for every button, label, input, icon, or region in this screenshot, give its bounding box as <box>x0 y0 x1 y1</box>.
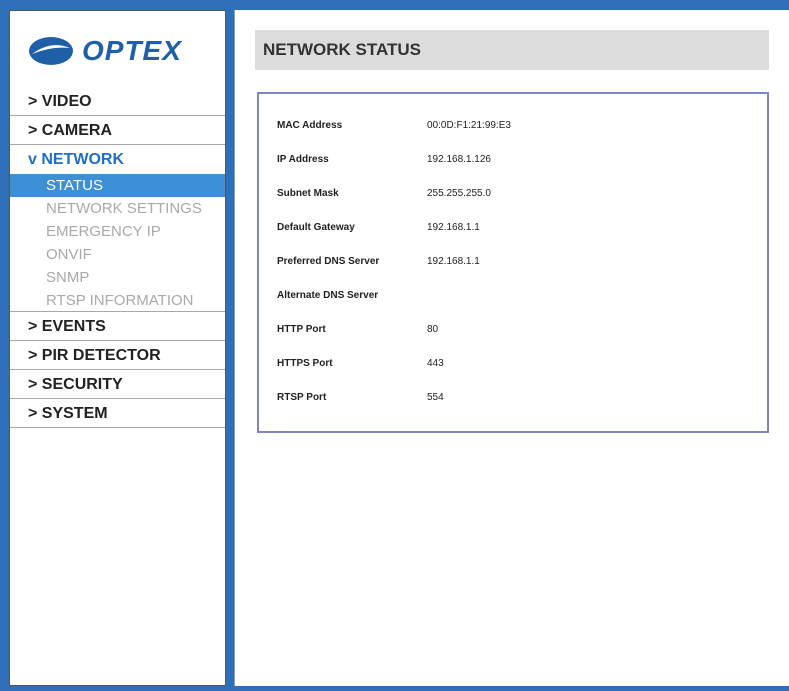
nav-menu: > VIDEO > CAMERA v NETWORK STATUS NETWOR… <box>10 87 225 428</box>
nav-sub-onvif[interactable]: ONVIF <box>10 243 225 266</box>
nav-sub-rtsp-information[interactable]: RTSP INFORMATION <box>10 289 225 312</box>
nav-sub-network-settings[interactable]: NETWORK SETTINGS <box>10 197 225 220</box>
window-frame: OPTEX > VIDEO > CAMERA v NETWORK STATUS … <box>0 0 789 691</box>
preferred-dns-label: Preferred DNS Server <box>277 256 380 267</box>
mac-address-value: 00:0D:F1:21:99:E3 <box>427 120 511 131</box>
https-port-value: 443 <box>427 358 444 369</box>
http-port-value: 80 <box>427 324 439 335</box>
logo-text: OPTEX <box>82 35 182 66</box>
network-status-panel: MAC Address 00:0D:F1:21:99:E3 IP Address… <box>257 92 769 433</box>
rtsp-port-value: 554 <box>427 392 444 403</box>
https-port-label: HTTPS Port <box>277 358 333 369</box>
ip-address-value: 192.168.1.126 <box>427 154 491 165</box>
nav-item-events[interactable]: > EVENTS <box>10 312 225 341</box>
nav-item-security[interactable]: > SECURITY <box>10 370 225 399</box>
nav-item-system[interactable]: > SYSTEM <box>10 399 225 428</box>
nav-sub-snmp[interactable]: SNMP <box>10 266 225 289</box>
page-header: NETWORK STATUS <box>255 30 769 70</box>
http-port-label: HTTP Port <box>277 324 326 335</box>
preferred-dns-value: 192.168.1.1 <box>427 256 480 267</box>
optex-emblem-icon <box>29 37 73 65</box>
nav-item-camera[interactable]: > CAMERA <box>10 116 225 145</box>
sidebar: OPTEX > VIDEO > CAMERA v NETWORK STATUS … <box>9 10 226 686</box>
optex-logo: OPTEX <box>28 31 208 71</box>
subnet-mask-label: Subnet Mask <box>277 188 339 199</box>
nav-sub-status[interactable]: STATUS <box>10 174 225 197</box>
nav-item-network[interactable]: v NETWORK <box>10 145 225 174</box>
alternate-dns-label: Alternate DNS Server <box>277 290 379 301</box>
nav-item-pir-detector[interactable]: > PIR DETECTOR <box>10 341 225 370</box>
default-gateway-value: 192.168.1.1 <box>427 222 480 233</box>
ip-address-label: IP Address <box>277 154 329 165</box>
default-gateway-label: Default Gateway <box>277 222 355 233</box>
nav-sub-emergency-ip[interactable]: EMERGENCY IP <box>10 220 225 243</box>
nav-item-video[interactable]: > VIDEO <box>10 87 225 116</box>
rtsp-port-label: RTSP Port <box>277 392 327 403</box>
main-content: NETWORK STATUS MAC Address 00:0D:F1:21:9… <box>234 10 789 686</box>
subnet-mask-value: 255.255.255.0 <box>427 188 491 199</box>
page-title: NETWORK STATUS <box>263 40 422 59</box>
mac-address-label: MAC Address <box>277 120 343 131</box>
